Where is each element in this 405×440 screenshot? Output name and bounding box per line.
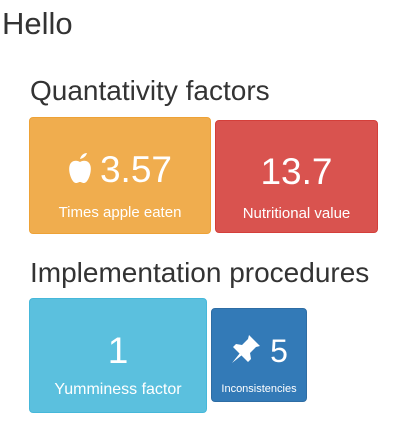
stat-tile-inconsistencies: 5 Inconsistencies xyxy=(211,308,307,402)
stat-label: Times apple eaten xyxy=(58,204,182,221)
stat-label: Yumminess factor xyxy=(54,381,182,398)
page-title: Hello xyxy=(2,6,73,41)
stat-tile-times-apple-eaten: 3.57 Times apple eaten xyxy=(29,117,211,234)
apple-icon xyxy=(68,152,92,189)
pushpin-icon xyxy=(230,333,262,370)
section-title-quantativity: Quantativity factors xyxy=(30,75,270,106)
stat-value: 13.7 xyxy=(260,151,333,192)
stat-value: 1 xyxy=(107,330,129,371)
stat-label: Nutritional value xyxy=(242,205,351,222)
section-title-implementation: Implementation procedures xyxy=(30,257,370,288)
stat-tile-nutritional-value: 13.7 Nutritional value xyxy=(215,120,378,233)
stat-label: Inconsistencies xyxy=(221,383,297,395)
stat-value: 5 xyxy=(270,333,288,369)
stat-value: 3.57 xyxy=(99,149,172,190)
stat-tile-yumminess-factor: 1 Yumminess factor xyxy=(29,298,207,413)
